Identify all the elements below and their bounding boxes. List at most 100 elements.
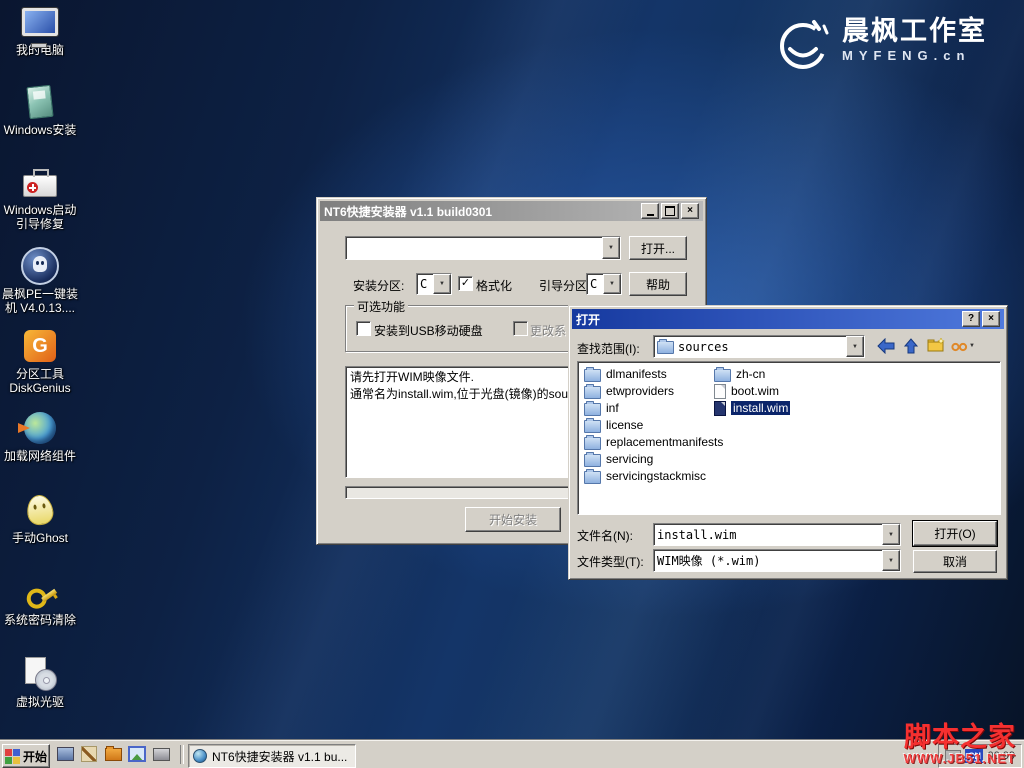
- wim-path-combobox[interactable]: ▼: [345, 236, 621, 260]
- logo-title: 晨枫工作室: [842, 16, 987, 46]
- group-title: 可选功能: [354, 298, 408, 315]
- dropdown-arrow-icon[interactable]: ▼: [846, 336, 864, 357]
- file-list-item[interactable]: servicing: [584, 451, 653, 467]
- logo-subtitle: MYFENG.cn: [842, 48, 987, 63]
- file-list[interactable]: dlmanifests etwproviders inf license rep…: [577, 361, 1001, 515]
- usb-install-checkbox[interactable]: [356, 321, 371, 336]
- folder-icon: [584, 420, 601, 433]
- close-button[interactable]: ×: [982, 311, 1000, 327]
- install-partition-label: 安装分区:: [353, 277, 404, 294]
- desktop-icon-my-computer[interactable]: 我的电脑: [0, 4, 80, 57]
- cancel-button[interactable]: 取消: [913, 550, 997, 573]
- file-list-item[interactable]: license: [584, 417, 643, 433]
- ghost-orb-icon: [21, 248, 59, 284]
- folder-icon: [657, 341, 674, 354]
- filetype-combobox[interactable]: WIM映像 (*.wim) ▼: [653, 549, 901, 572]
- view-menu-button[interactable]: ▼: [950, 335, 976, 356]
- up-one-level-button[interactable]: [900, 335, 922, 356]
- key-icon: [21, 574, 59, 610]
- look-in-label: 查找范围(I):: [577, 340, 640, 357]
- filename-combobox[interactable]: install.wim ▼: [653, 523, 901, 546]
- clock: 00:09: [987, 750, 1015, 762]
- file-icon: [714, 401, 726, 416]
- open-dialog-titlebar[interactable]: 打开 ? ×: [572, 309, 1004, 329]
- desktop-icon-windows-install[interactable]: Windows安装: [0, 84, 80, 137]
- quicklaunch-editor-button[interactable]: [80, 746, 98, 762]
- dropdown-arrow-icon: ▼: [969, 343, 975, 349]
- desktop-icon-virtual-cdrom[interactable]: 虚拟光驱: [0, 656, 80, 709]
- look-in-value: sources: [678, 340, 729, 354]
- folder-icon: [584, 369, 601, 382]
- quicklaunch-desktop-button[interactable]: [56, 746, 74, 762]
- look-in-combobox[interactable]: sources ▼: [653, 335, 865, 358]
- open-file-button[interactable]: 打开...: [629, 236, 687, 260]
- start-install-button[interactable]: 开始安装: [465, 507, 561, 532]
- desktop-icon-pe-installer[interactable]: 晨枫PE一键装机 V4.0.13....: [0, 248, 80, 315]
- new-folder-button[interactable]: [925, 335, 947, 356]
- desktop-icon-diskgenius[interactable]: G 分区工具DiskGenius: [0, 328, 80, 395]
- open-dialog-title: 打开: [576, 311, 960, 328]
- file-list-item[interactable]: zh-cn: [714, 366, 765, 382]
- minimize-button[interactable]: [641, 203, 659, 219]
- globe-icon: [21, 410, 59, 446]
- format-checkbox[interactable]: ✓: [458, 276, 473, 291]
- file-icon: [714, 384, 726, 399]
- start-button[interactable]: 开始: [2, 744, 50, 768]
- taskbar: 开始 NT6快捷安装器 v1.1 bu... CH 00:09: [0, 740, 1024, 768]
- folder-icon: [584, 471, 601, 484]
- change-system-checkbox[interactable]: [513, 321, 528, 336]
- file-list-item[interactable]: etwproviders: [584, 383, 674, 399]
- boot-partition-combobox[interactable]: C ▼: [586, 273, 622, 295]
- dropdown-arrow-icon[interactable]: ▼: [882, 550, 900, 571]
- desktop-icon-network[interactable]: 加载网络组件: [0, 410, 80, 463]
- taskbar-window-button-nt6[interactable]: NT6快捷安装器 v1.1 bu...: [188, 744, 356, 768]
- nt6-titlebar[interactable]: NT6快捷安装器 v1.1 build0301 ×: [320, 201, 703, 221]
- nt6-window-title: NT6快捷安装器 v1.1 build0301: [324, 203, 639, 220]
- usb-install-label: 安装到USB移动硬盘: [374, 322, 483, 339]
- system-tray: CH 00:09: [938, 744, 1022, 768]
- dropdown-arrow-icon[interactable]: ▼: [602, 237, 620, 259]
- file-list-item[interactable]: servicingstackmisc: [584, 468, 706, 484]
- desktop-icon-label: 晨枫PE一键装机 V4.0.13....: [0, 287, 80, 315]
- format-label: 格式化: [476, 277, 512, 294]
- filetype-label: 文件类型(T):: [577, 553, 644, 570]
- file-list-item-selected[interactable]: install.wim: [714, 400, 790, 416]
- folder-icon: [584, 454, 601, 467]
- folder-icon: [584, 437, 601, 450]
- change-system-label: 更改系: [530, 322, 566, 339]
- file-list-item[interactable]: dlmanifests: [584, 366, 667, 382]
- help-button[interactable]: 帮助: [629, 272, 687, 296]
- dropdown-arrow-icon[interactable]: ▼: [433, 274, 451, 294]
- filename-label: 文件名(N):: [577, 527, 633, 544]
- quicklaunch-package-button[interactable]: [152, 746, 170, 762]
- close-button[interactable]: ×: [681, 203, 699, 219]
- file-list-item[interactable]: inf: [584, 400, 619, 416]
- desktop-icon-ghost[interactable]: 手动Ghost: [0, 492, 80, 545]
- maximize-button[interactable]: [661, 203, 679, 219]
- quicklaunch-filemanager-button[interactable]: [104, 746, 122, 762]
- open-button[interactable]: 打开(O): [913, 521, 997, 546]
- tray-device-icon[interactable]: [945, 750, 961, 762]
- dropdown-arrow-icon[interactable]: ▼: [882, 524, 900, 545]
- desktop: 晨枫工作室 MYFENG.cn 我的电脑 Windows安装 Windows启动…: [0, 0, 1024, 768]
- desktop-icon-label: 手动Ghost: [12, 531, 68, 545]
- folder-icon: [714, 369, 731, 382]
- file-list-item[interactable]: boot.wim: [714, 383, 779, 399]
- my-computer-icon: [21, 4, 59, 40]
- folder-icon: [584, 386, 601, 399]
- up-arrow-icon: [903, 338, 919, 354]
- quicklaunch-viewer-button[interactable]: [128, 746, 146, 762]
- cd-document-icon: [21, 656, 59, 692]
- desktop-icon-label: 虚拟光驱: [16, 695, 64, 709]
- input-method-badge[interactable]: CH: [965, 749, 983, 763]
- folder-icon: [584, 403, 601, 416]
- dropdown-arrow-icon[interactable]: ▼: [603, 274, 621, 294]
- context-help-button[interactable]: ?: [962, 311, 980, 327]
- desktop-icon-boot-repair[interactable]: Windows启动引导修复: [0, 164, 80, 231]
- back-button[interactable]: [875, 335, 897, 356]
- desktop-icon-label: 系统密码清除: [4, 613, 76, 627]
- desktop-icon-label: Windows启动引导修复: [0, 203, 80, 231]
- desktop-icon-password-clear[interactable]: 系统密码清除: [0, 574, 80, 627]
- file-list-item[interactable]: replacementmanifests: [584, 434, 723, 450]
- install-partition-combobox[interactable]: C ▼: [416, 273, 452, 295]
